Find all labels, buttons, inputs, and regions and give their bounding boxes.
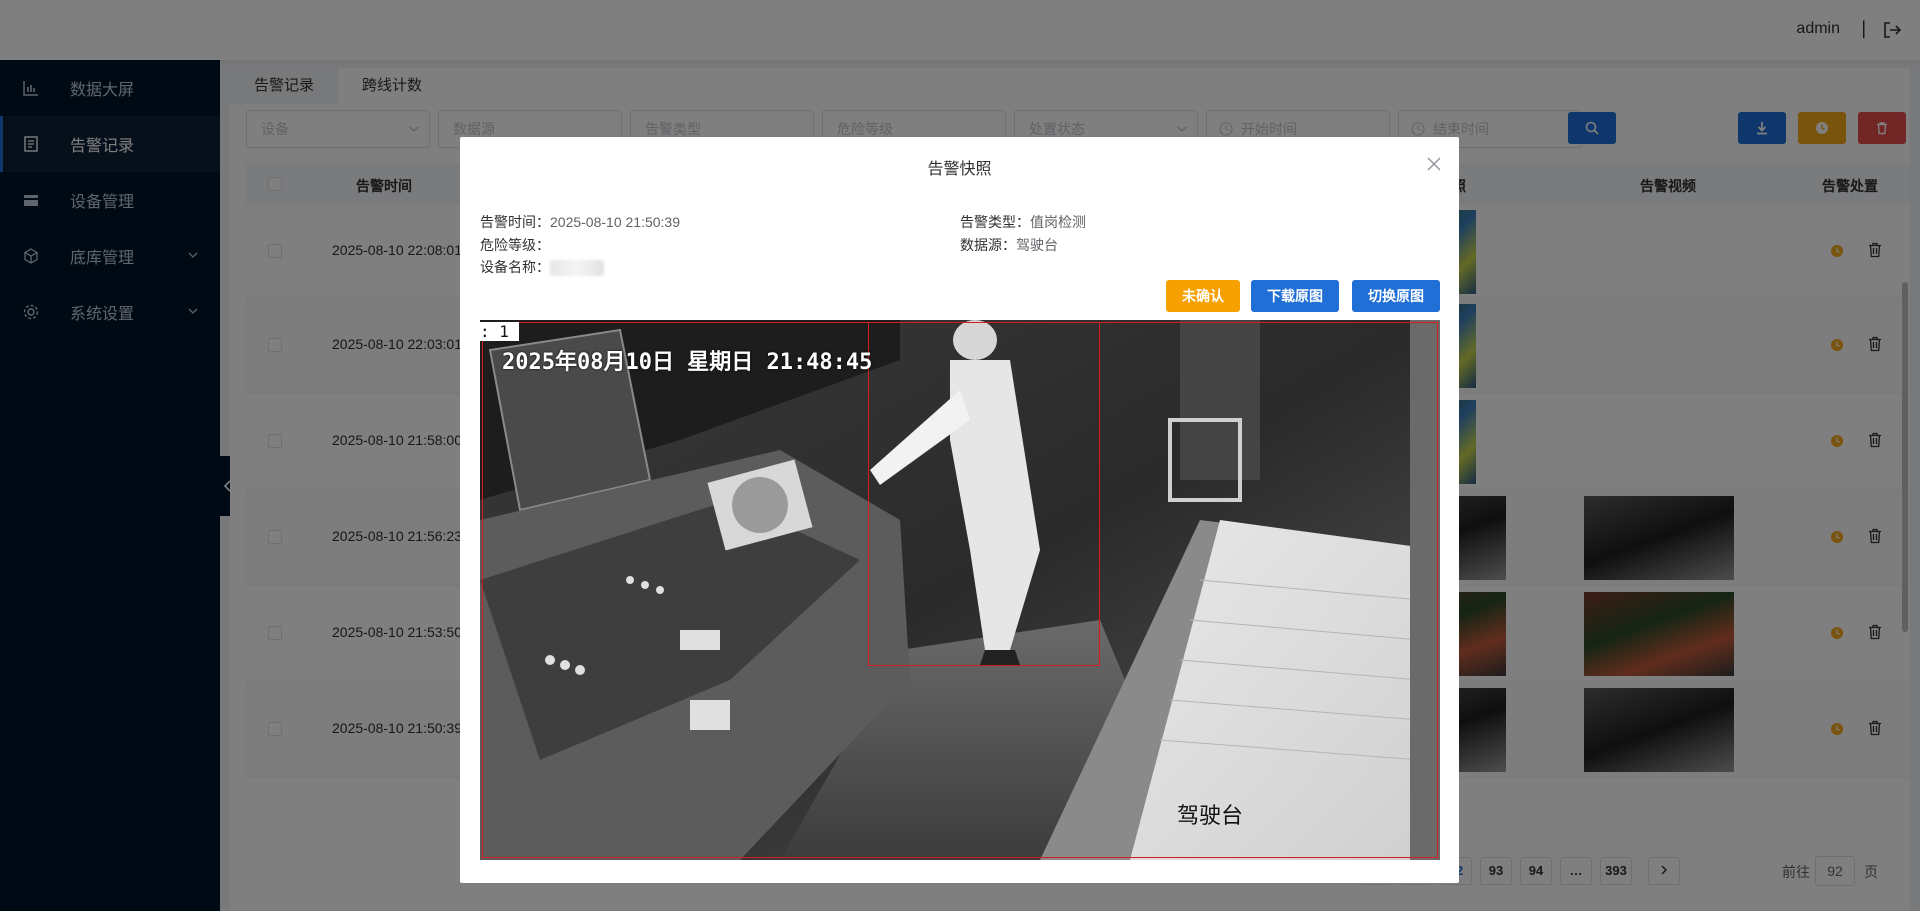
- alert-time-value: 2025-08-10 21:50:39: [550, 214, 680, 230]
- download-original-button[interactable]: 下载原图: [1251, 280, 1339, 312]
- image-location-label: 驾驶台: [1177, 804, 1244, 829]
- image-timestamp: 2025年08月10日 星期日 21:48:45: [502, 350, 873, 375]
- alert-type-info: 告警类型：值岗检测: [960, 212, 1086, 232]
- danger-level-label: 危险等级：: [480, 237, 550, 253]
- detection-box-person: [868, 322, 1100, 666]
- datasource-info: 数据源：驾驶台: [960, 235, 1058, 255]
- switch-original-button[interactable]: 切换原图: [1352, 280, 1440, 312]
- datasource-value: 驾驶台: [1016, 237, 1058, 253]
- alert-time-info: 告警时间：2025-08-10 21:50:39: [480, 212, 680, 232]
- alert-time-label: 告警时间：: [480, 214, 550, 230]
- snapshot-image[interactable]: : 1 2025年08月10日 星期日 21:48:45 驾驶台: [480, 320, 1440, 860]
- datasource-label: 数据源：: [960, 237, 1016, 253]
- image-corner-label: : 1: [480, 322, 519, 341]
- alert-snapshot-dialog: 告警快照 告警时间：2025-08-10 21:50:39 告警类型：值岗检测 …: [460, 137, 1459, 883]
- device-name-label: 设备名称：: [480, 259, 550, 275]
- dialog-title: 告警快照: [927, 161, 992, 178]
- device-name-info: 设备名称：: [480, 257, 604, 277]
- close-icon[interactable]: [1427, 157, 1441, 171]
- unconfirmed-button[interactable]: 未确认: [1166, 280, 1240, 312]
- corner-text: : 1: [480, 322, 509, 341]
- danger-level-info: 危险等级：: [480, 235, 550, 255]
- alert-type-label: 告警类型：: [960, 214, 1030, 230]
- device-name-redacted: [550, 260, 604, 277]
- alert-type-value: 值岗检测: [1030, 214, 1086, 230]
